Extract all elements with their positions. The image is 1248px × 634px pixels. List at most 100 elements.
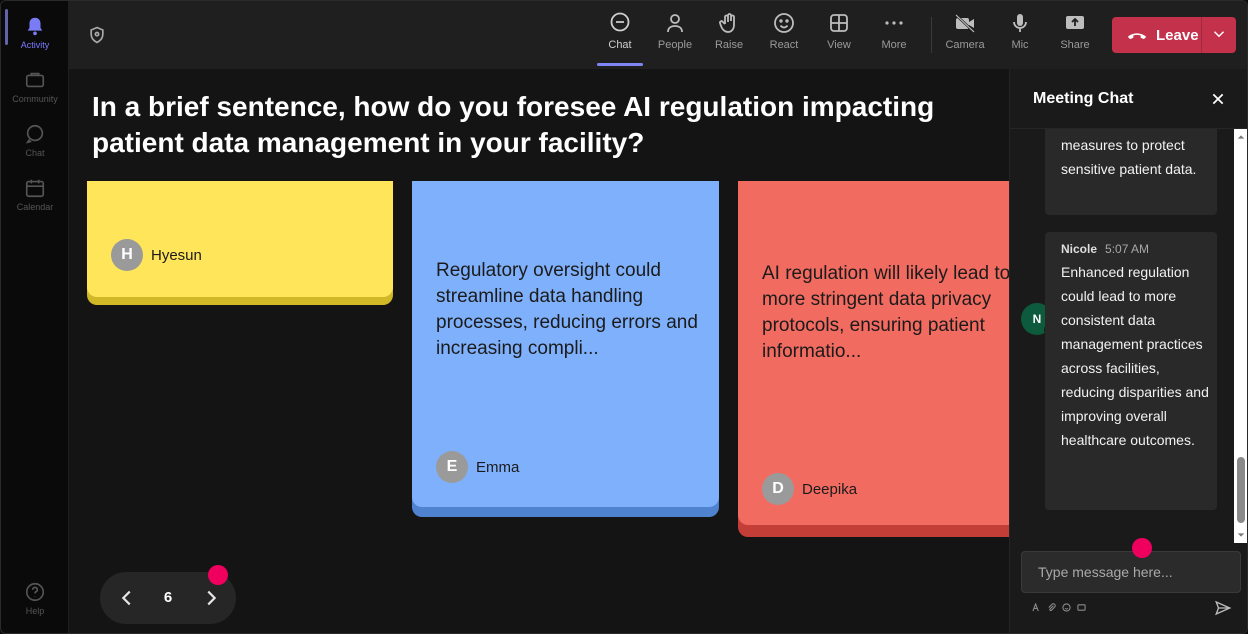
help-icon	[25, 582, 45, 601]
message-meta: Nicole 5:07 AM	[1061, 242, 1149, 256]
camera-button[interactable]: Camera	[941, 11, 989, 61]
message-text: measures to protect sensitive patient da…	[1061, 137, 1197, 177]
shield-icon[interactable]	[87, 25, 107, 45]
card-text: AI regulation will likely lead to more s…	[762, 263, 1009, 362]
rail-item-help[interactable]: Help	[1, 573, 69, 623]
card-author: H Hyesun	[111, 239, 202, 271]
share-button[interactable]: Share	[1051, 11, 1099, 61]
whiteboard-stage: In a brief sentence, how do you foresee …	[69, 69, 1009, 633]
hand-icon	[719, 13, 735, 33]
app-rail: Activity Community Chat Calendar Help	[1, 1, 69, 633]
gif-icon[interactable]	[1077, 603, 1086, 612]
calendar-icon	[25, 179, 45, 197]
emoji-icon[interactable]	[1062, 603, 1071, 612]
rail-item-calendar[interactable]: Calendar	[1, 169, 69, 219]
format-text-icon[interactable]	[1032, 603, 1041, 612]
author-name: Deepika	[802, 480, 858, 498]
bell-icon	[27, 17, 43, 35]
card-body: Regulatory oversight could streamline da…	[412, 181, 719, 507]
rail-item-label: Community	[12, 93, 58, 104]
send-icon[interactable]	[1214, 599, 1232, 617]
pointer-marker	[1132, 538, 1152, 558]
raise-button-label: Raise	[714, 39, 744, 51]
avatar: E	[436, 451, 468, 483]
rail-item-chat[interactable]: Chat	[1, 115, 69, 165]
chat-scrollbar[interactable]	[1234, 129, 1247, 543]
chevron-down-icon[interactable]	[1210, 25, 1228, 43]
grid-icon	[830, 14, 848, 32]
chat-button[interactable]: Chat	[596, 11, 644, 61]
page-number: 6	[163, 589, 173, 606]
scroll-down-icon[interactable]	[1237, 531, 1245, 539]
meeting-chat-panel: Meeting Chat measures to protect sensiti…	[1009, 69, 1247, 633]
avatar: H	[111, 239, 143, 271]
leave-button-label: Leave	[1156, 26, 1199, 44]
community-icon	[25, 72, 45, 87]
meeting-toolbar: Chat People Raise React View More Camera	[69, 1, 1247, 69]
leave-divider	[1201, 17, 1202, 53]
pointer-marker	[208, 565, 228, 585]
chevron-right-icon[interactable]	[200, 587, 222, 609]
active-tab-indicator	[597, 63, 643, 66]
chat-icon	[25, 124, 44, 144]
scrollbar-thumb[interactable]	[1237, 457, 1245, 523]
meeting-window: Activity Community Chat Calendar Help Ch…	[0, 0, 1248, 634]
card-text: Regulatory oversight could streamline da…	[436, 260, 698, 359]
more-button[interactable]: More	[870, 11, 918, 61]
mic-button-label: Mic	[1011, 39, 1029, 51]
mic-button[interactable]: Mic	[996, 11, 1044, 61]
leave-button[interactable]: Leave	[1112, 17, 1236, 53]
people-button[interactable]: People	[651, 11, 699, 61]
chat-title: Meeting Chat	[1033, 90, 1134, 107]
message-compose-box[interactable]	[1021, 551, 1241, 593]
scroll-up-icon[interactable]	[1237, 133, 1245, 141]
chat-message: measures to protect sensitive patient da…	[1045, 129, 1217, 215]
rail-item-community[interactable]: Community	[1, 61, 69, 111]
chat-button-label: Chat	[608, 39, 632, 51]
view-button[interactable]: View	[815, 11, 863, 61]
avatar: D	[762, 473, 794, 505]
camera-button-label: Camera	[945, 39, 985, 51]
author-name: Hyesun	[151, 246, 202, 264]
card-body: H Hyesun	[87, 181, 393, 297]
message-sender: Nicole	[1061, 242, 1098, 256]
message-text: Enhanced regulation could lead to more c…	[1061, 264, 1209, 448]
view-button-label: View	[827, 39, 851, 51]
react-button-label: React	[769, 39, 799, 51]
message-input[interactable]	[1022, 552, 1240, 592]
rail-item-label: Calendar	[16, 201, 54, 212]
response-card[interactable]: AI regulation will likely lead to more s…	[738, 181, 1009, 537]
card-author: E Emma	[436, 451, 519, 483]
question-title: In a brief sentence, how do you foresee …	[92, 91, 935, 158]
author-name: Emma	[476, 458, 520, 476]
camera-off-icon	[955, 14, 975, 33]
card-author: D Deepika	[762, 473, 857, 505]
toolbar-divider	[931, 17, 932, 53]
react-button[interactable]: React	[760, 11, 808, 61]
close-icon[interactable]	[1210, 91, 1226, 107]
card-body: AI regulation will likely lead to more s…	[738, 181, 1009, 525]
attach-icon[interactable]	[1047, 603, 1056, 612]
chat-messages: measures to protect sensitive patient da…	[1010, 129, 1236, 543]
share-screen-icon	[1066, 16, 1084, 29]
chevron-left-icon[interactable]	[116, 587, 138, 609]
person-icon	[667, 14, 683, 33]
response-card[interactable]: Regulatory oversight could streamline da…	[412, 181, 719, 517]
chat-header: Meeting Chat	[1010, 69, 1247, 129]
chat-icon	[610, 12, 630, 32]
more-button-label: More	[881, 39, 907, 51]
people-button-label: People	[657, 39, 693, 51]
more-dots-icon	[885, 21, 903, 25]
mic-icon	[1013, 14, 1027, 32]
smiley-icon	[774, 13, 794, 33]
format-toolbar	[1032, 603, 1086, 612]
rail-item-label: Activity	[20, 39, 50, 50]
raise-hand-button[interactable]: Raise	[705, 11, 753, 61]
share-button-label: Share	[1060, 39, 1090, 51]
rail-item-label: Chat	[25, 147, 45, 158]
response-card[interactable]: H Hyesun	[87, 181, 393, 305]
message-time: 5:07 AM	[1105, 242, 1150, 256]
rail-item-activity[interactable]: Activity	[1, 7, 69, 57]
chat-message: Nicole 5:07 AM Enhanced regulation could …	[1045, 232, 1217, 510]
rail-item-label: Help	[25, 605, 45, 616]
